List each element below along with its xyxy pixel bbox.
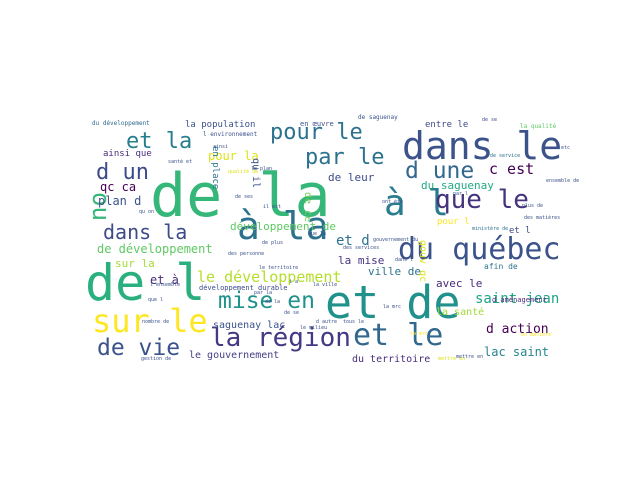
cloud-word: le territoire [259,265,299,271]
cloud-word: de leur [328,171,375,184]
cloud-word: de ce [302,192,313,223]
cloud-word: i a [289,279,299,285]
cloud-word: pour l [437,217,470,227]
cloud-word: tous le [343,319,365,325]
cloud-word: de ses [235,194,254,200]
cloud-word: le plan [251,166,273,172]
cloud-word: du territoire [352,354,431,365]
cloud-word: des matières [524,215,561,221]
cloud-word: par la [254,290,273,296]
cloud-word: il est [263,204,282,210]
cloud-word: de service [490,153,521,159]
cloud-word: de se [482,117,498,123]
cloud-word: en œuvre [300,120,334,128]
cloud-word: la santé [436,307,485,318]
cloud-word: de développement [97,242,213,256]
cloud-word: développement durable [199,284,288,292]
cloud-word: des services [343,245,380,251]
cloud-word: le gouvernement [189,350,280,361]
cloud-word: plan d [98,194,142,208]
cloud-word: ville de [368,265,421,278]
cloud-word: c est [489,160,535,178]
cloud-word: dans la [103,220,188,244]
cloud-word: et le [353,318,444,353]
cloud-word: le milieu [300,325,328,331]
word-cloud: de la de l et de à la dans le et le du q… [0,0,640,480]
cloud-word: par le [305,145,385,170]
cloud-word: la mrc [383,304,402,310]
cloud-word: en matière [521,332,552,338]
cloud-word: sur la [115,257,155,270]
cloud-word: avec le [436,277,483,290]
cloud-word: la mrc [410,331,429,337]
cloud-word: l environnement [203,131,258,138]
cloud-word: gouvernement du [373,237,419,243]
cloud-word: en place [210,146,220,190]
cloud-word: plus de [522,203,544,209]
cloud-word: qu on [139,209,155,215]
cloud-word: ensemble de [546,178,580,184]
cloud-word: nombre de [142,319,170,325]
cloud-word: qc ca [100,180,137,194]
cloud-word: l ensemble [150,282,181,288]
cloud-word: d aménagement [492,296,547,304]
cloud-word: lac saint [484,345,550,359]
cloud-word: la population [185,120,256,130]
cloud-word: que l [148,297,164,303]
cloud-word: santé et [168,159,193,165]
cloud-word: dans l [395,257,414,263]
cloud-word: ainsi que [103,149,152,159]
cloud-word: des personne [228,251,265,257]
cloud-word: gouv qc [417,240,428,283]
cloud-word: et l [509,226,531,236]
cloud-word: afin de [484,262,518,271]
cloud-word: etc [561,145,571,151]
cloud-word: de saguenay [358,114,398,121]
cloud-word: par l [453,191,469,197]
cloud-word: ainsi [213,144,229,150]
cloud-word: saguenay lac [213,320,286,331]
cloud-word: que la [308,231,327,237]
cloud-word: du saguenay [421,179,494,192]
cloud-word: ministère de [472,226,509,232]
cloud-word: gestion de [141,356,172,362]
cloud-word: la qualité [520,123,557,130]
cloud-word: de plus [262,240,284,246]
cloud-word: de se [284,310,300,316]
cloud-word: du développement [92,120,150,127]
cloud-word: entre le [425,120,469,130]
cloud-word: la ville [313,282,338,288]
cloud-word: de la [265,299,281,305]
cloud-word: mettre en [456,354,484,360]
cloud-word: ont été [382,199,404,205]
